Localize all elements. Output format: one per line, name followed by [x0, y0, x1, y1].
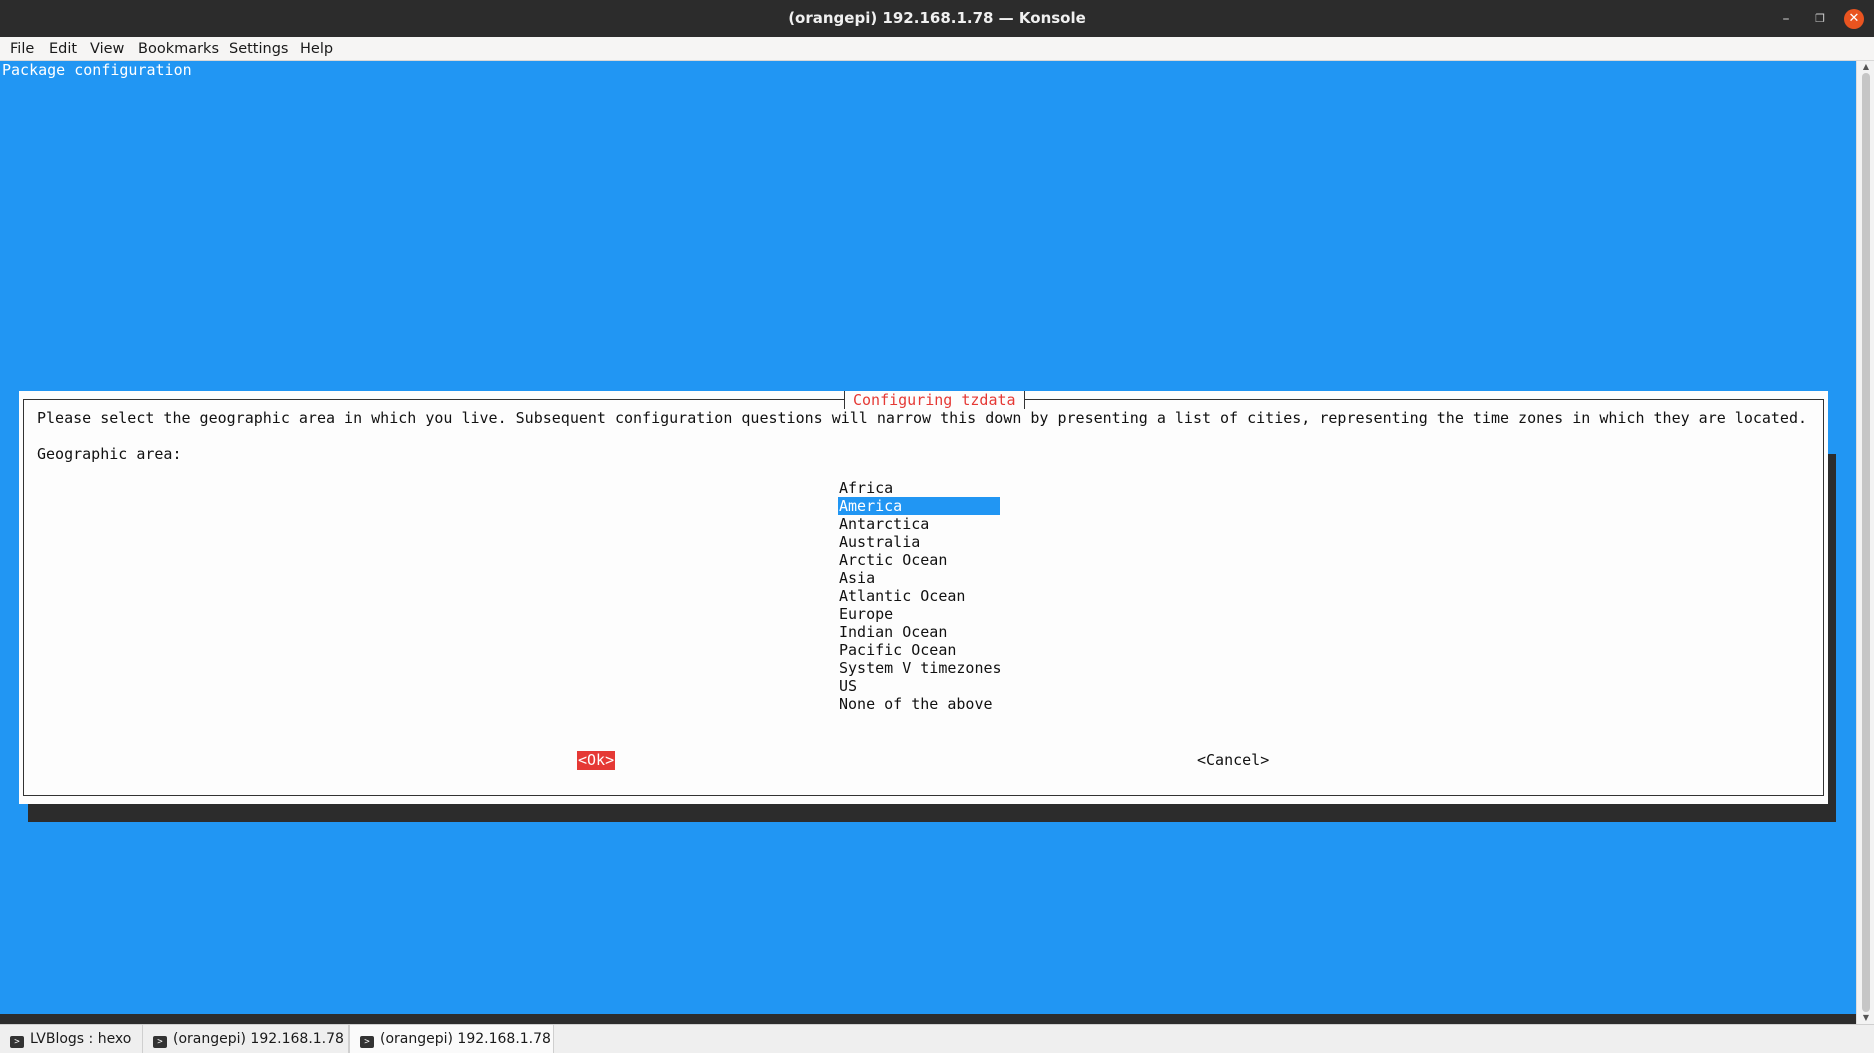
vertical-scrollbar[interactable]: ▲ ▼: [1856, 61, 1874, 1024]
terminal-view[interactable]: Package configuration Configuring tzdata…: [0, 61, 1856, 1014]
list-item[interactable]: System V timezones: [838, 659, 1002, 677]
tzdata-dialog: Configuring tzdata Please select the geo…: [19, 391, 1828, 804]
close-icon[interactable]: ✕: [1844, 9, 1864, 29]
menu-view[interactable]: View: [90, 37, 124, 61]
list-item[interactable]: Africa: [838, 479, 1000, 497]
dialog-prompt: Please select the geographic area in whi…: [37, 409, 1808, 427]
menu-bar: File Edit View Bookmarks Settings Help: [0, 37, 1874, 61]
list-item[interactable]: Australia: [838, 533, 1000, 551]
minimize-icon[interactable]: –: [1776, 9, 1796, 29]
geographic-area-list[interactable]: Africa America Antarctica Australia Arct…: [838, 479, 1002, 713]
ok-button[interactable]: <Ok>: [577, 751, 616, 770]
scroll-up-icon[interactable]: ▲: [1857, 61, 1874, 73]
terminal-icon: >: [153, 1036, 167, 1048]
maximize-icon[interactable]: ❐: [1810, 9, 1830, 29]
list-item[interactable]: None of the above: [838, 695, 1000, 713]
menu-help[interactable]: Help: [300, 37, 333, 61]
terminal-bottom-edge: [0, 1014, 1856, 1024]
list-item[interactable]: Asia: [838, 569, 1000, 587]
window-titlebar: (orangepi) 192.168.1.78 — Konsole – ❐ ✕: [0, 0, 1874, 37]
menu-settings[interactable]: Settings: [229, 37, 288, 61]
cancel-button[interactable]: <Cancel>: [1197, 751, 1269, 770]
list-item[interactable]: US: [838, 677, 1000, 695]
list-item[interactable]: Europe: [838, 605, 1000, 623]
session-tab-bar: > LVBlogs : hexo > (orangepi) 192.168.1.78…: [0, 1024, 1874, 1053]
terminal-icon: >: [10, 1036, 24, 1048]
menu-file[interactable]: File: [10, 37, 34, 61]
terminal-icon: >: [360, 1036, 374, 1048]
tab-label: LVBlogs : hexo: [30, 1031, 132, 1047]
window-title: (orangepi) 192.168.1.78 — Konsole: [788, 9, 1086, 27]
list-item-selected[interactable]: America: [838, 497, 1000, 515]
tab-orangepi-1[interactable]: > (orangepi) 192.168.1.78: [143, 1025, 349, 1053]
scroll-down-icon[interactable]: ▼: [1857, 1012, 1874, 1024]
list-item[interactable]: Arctic Ocean: [838, 551, 1000, 569]
menu-bookmarks[interactable]: Bookmarks: [138, 37, 219, 61]
tab-label: (orangepi) 192.168.1.78: [173, 1031, 344, 1047]
menu-edit[interactable]: Edit: [49, 37, 77, 61]
geographic-area-label: Geographic area:: [37, 445, 182, 463]
scrollbar-thumb[interactable]: [1862, 73, 1870, 1012]
package-configuration-header: Package configuration: [2, 61, 192, 79]
list-item[interactable]: Pacific Ocean: [838, 641, 1000, 659]
tab-label: (orangepi) 192.168.1.78: [380, 1031, 551, 1047]
list-item[interactable]: Atlantic Ocean: [838, 587, 1000, 605]
list-item[interactable]: Indian Ocean: [838, 623, 1000, 641]
tab-orangepi-2-active[interactable]: > (orangepi) 192.168.1.78: [349, 1025, 554, 1053]
list-item[interactable]: Antarctica: [838, 515, 1000, 533]
dialog-title: Configuring tzdata: [844, 391, 1025, 409]
tab-lvblogs-hexo[interactable]: > LVBlogs : hexo: [0, 1025, 143, 1053]
